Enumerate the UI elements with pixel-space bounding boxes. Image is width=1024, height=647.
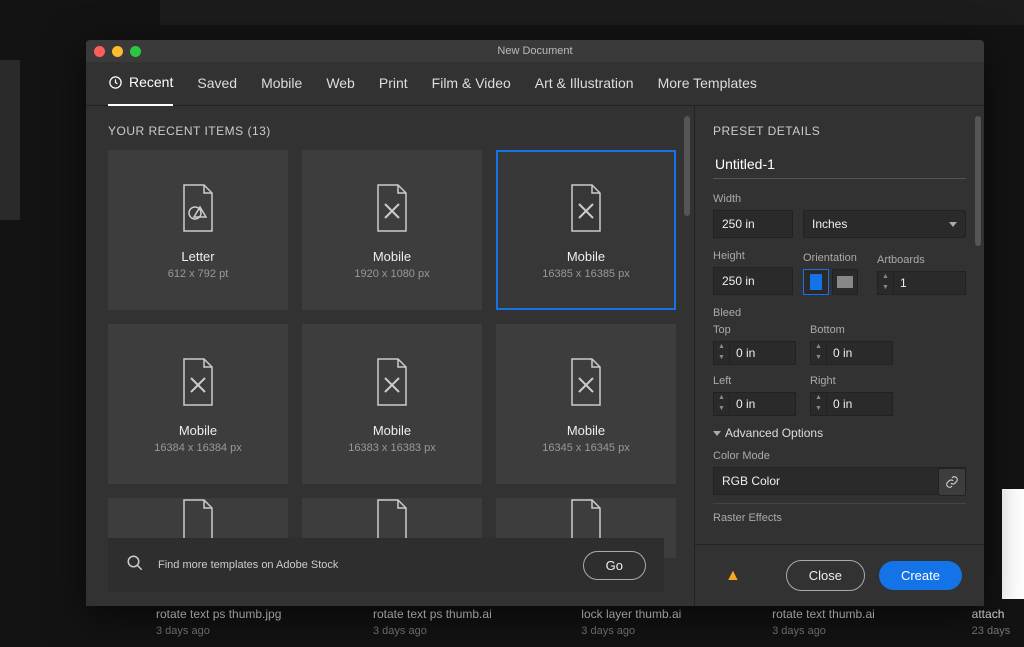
tab-more-templates[interactable]: More Templates [658,75,757,105]
zoom-window-icon[interactable] [130,46,141,57]
go-button[interactable]: Go [583,551,646,580]
bleed-label: Bleed [713,307,966,319]
background-recent-files: rotate text ps thumb.jpg3 days ago rotat… [150,607,1024,647]
new-document-dialog: New Document Recent Saved Mobile Web Pri… [86,40,984,606]
close-button[interactable]: Close [786,560,865,591]
recent-items-heading: YOUR RECENT ITEMS (13) [108,124,676,138]
units-select[interactable]: Inches [803,210,966,238]
chevron-down-icon [949,222,957,227]
search-icon [126,554,144,577]
tab-mobile[interactable]: Mobile [261,75,302,105]
advanced-options-toggle[interactable]: Advanced Options [713,426,966,440]
document-tools-icon [370,181,414,235]
close-window-icon[interactable] [94,46,105,57]
document-tools-icon [564,355,608,409]
tab-film-video[interactable]: Film & Video [432,75,511,105]
width-input[interactable] [713,210,793,238]
bleed-bottom-input[interactable]: ▲▼ [810,341,893,365]
document-tools-icon [564,181,608,235]
document-name-input[interactable] [713,154,966,179]
scrollbar[interactable] [975,116,981,246]
artboards-label: Artboards [877,254,966,266]
color-mode-label: Color Mode [713,450,966,462]
height-label: Height [713,250,793,262]
create-button[interactable]: Create [879,561,962,590]
document-tools-icon [370,355,414,409]
bleed-right-input[interactable]: ▲▼ [810,392,893,416]
presets-panel: YOUR RECENT ITEMS (13) Letter 612 x 792 … [86,106,694,606]
orientation-portrait[interactable] [803,269,829,295]
titlebar: New Document [86,40,984,62]
preset-card-mobile-3[interactable]: Mobile 16384 x 16384 px [108,324,288,484]
bleed-top-input[interactable]: ▲▼ [713,341,796,365]
dialog-footer: ▲ Close Create [695,544,984,606]
stock-search-text[interactable]: Find more templates on Adobe Stock [158,559,583,571]
link-bleed-icon[interactable] [938,468,966,496]
preset-card-mobile-5[interactable]: Mobile 16345 x 16345 px [496,324,676,484]
tab-saved[interactable]: Saved [197,75,237,105]
orientation-landscape[interactable] [832,269,858,295]
preset-details-panel: PRESET DETAILS Width Inches Height [694,106,984,606]
artboards-stepper[interactable]: ▲▼ [877,271,966,295]
category-tabs: Recent Saved Mobile Web Print Film & Vid… [86,62,984,106]
tab-web[interactable]: Web [326,75,355,105]
minimize-window-icon[interactable] [112,46,123,57]
bleed-left-input[interactable]: ▲▼ [713,392,796,416]
preset-card-mobile-2[interactable]: Mobile 16385 x 16385 px [496,150,676,310]
clock-icon [108,75,123,90]
width-label: Width [713,193,966,205]
color-mode-select[interactable]: RGB Color [713,467,966,495]
document-shape-icon [176,181,220,235]
orientation-label: Orientation [803,252,867,264]
preset-card-mobile-4[interactable]: Mobile 16383 x 16383 px [302,324,482,484]
tab-recent[interactable]: Recent [108,74,173,106]
preset-card-letter[interactable]: Letter 612 x 792 pt [108,150,288,310]
height-input[interactable] [713,267,793,295]
preset-card-mobile-1[interactable]: Mobile 1920 x 1080 px [302,150,482,310]
window-title: New Document [86,45,984,57]
adobe-stock-bar: Find more templates on Adobe Stock Go [108,538,664,592]
tab-print[interactable]: Print [379,75,408,105]
chevron-down-icon [713,431,721,436]
preset-details-heading: PRESET DETAILS [713,124,966,138]
raster-effects-label: Raster Effects [713,512,966,524]
scrollbar[interactable] [684,116,690,216]
tab-art-illustration[interactable]: Art & Illustration [535,75,634,105]
document-tools-icon [176,355,220,409]
warning-icon: ▲ [725,567,741,585]
